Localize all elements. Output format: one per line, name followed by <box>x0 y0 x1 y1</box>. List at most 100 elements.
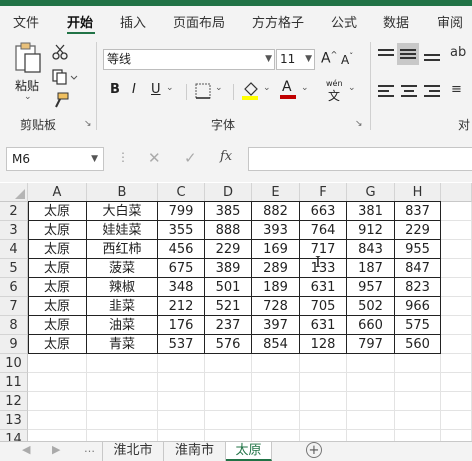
cell[interactable]: 576 <box>205 335 252 354</box>
cell[interactable] <box>347 373 395 392</box>
cell[interactable] <box>395 392 441 411</box>
cell[interactable] <box>441 240 472 259</box>
cell[interactable] <box>158 373 205 392</box>
cell[interactable]: 502 <box>347 297 395 316</box>
chevron-down-icon[interactable]: ⌄ <box>166 83 174 93</box>
cell[interactable]: 289 <box>252 259 300 278</box>
cell[interactable]: 187 <box>347 259 395 278</box>
row-header[interactable]: 8 <box>0 316 28 335</box>
cell[interactable] <box>300 392 347 411</box>
column-header-e[interactable]: E <box>252 183 300 202</box>
cell[interactable] <box>300 430 347 441</box>
cell[interactable]: 189 <box>252 278 300 297</box>
cell[interactable]: 797 <box>347 335 395 354</box>
cell[interactable] <box>205 411 252 430</box>
align-left-icon[interactable] <box>378 84 394 98</box>
cell[interactable] <box>205 373 252 392</box>
cell[interactable] <box>87 392 158 411</box>
cell[interactable]: 631 <box>300 316 347 335</box>
cell[interactable] <box>441 259 472 278</box>
cell[interactable]: 631 <box>300 278 347 297</box>
cell[interactable]: 882 <box>252 202 300 221</box>
column-header-c[interactable]: C <box>158 183 205 202</box>
cell[interactable]: 油菜 <box>87 316 158 335</box>
increase-font-icon[interactable]: A^ <box>321 50 337 67</box>
cell[interactable] <box>441 430 472 441</box>
phonetic-icon[interactable]: wén 文 <box>326 79 346 103</box>
row-header[interactable]: 3 <box>0 221 28 240</box>
column-header-f[interactable]: F <box>300 183 347 202</box>
tab-formulas[interactable]: 公式 <box>331 12 357 31</box>
row-header[interactable]: 2 <box>0 202 28 221</box>
decrease-font-icon[interactable]: Aˇ <box>341 52 353 67</box>
align-right-icon[interactable] <box>424 84 440 98</box>
cell[interactable]: 176 <box>158 316 205 335</box>
column-header-overflow[interactable] <box>441 183 472 202</box>
cell[interactable] <box>441 335 472 354</box>
cell[interactable]: 675 <box>158 259 205 278</box>
cell[interactable]: 237 <box>205 316 252 335</box>
italic-icon[interactable]: I <box>132 82 136 97</box>
cell[interactable] <box>158 411 205 430</box>
tab-review[interactable]: 审阅 <box>437 12 463 31</box>
cell[interactable] <box>347 354 395 373</box>
column-header-b[interactable]: B <box>87 183 158 202</box>
cell[interactable]: 太原 <box>28 259 87 278</box>
cell[interactable] <box>252 373 300 392</box>
cell[interactable]: 229 <box>205 240 252 259</box>
cell[interactable]: 菠菜 <box>87 259 158 278</box>
cell[interactable]: 太原 <box>28 202 87 221</box>
row-header[interactable]: 12 <box>0 392 28 411</box>
insert-function-icon[interactable]: fx <box>220 149 232 164</box>
cell[interactable] <box>441 354 472 373</box>
cell[interactable]: 705 <box>300 297 347 316</box>
cell[interactable]: 912 <box>347 221 395 240</box>
underline-icon[interactable]: U <box>151 82 161 97</box>
name-box[interactable]: M6 ▼ <box>6 147 104 171</box>
cell[interactable] <box>28 392 87 411</box>
cell[interactable]: 娃娃菜 <box>87 221 158 240</box>
cell[interactable]: 966 <box>395 297 441 316</box>
cell[interactable]: 957 <box>347 278 395 297</box>
cell[interactable] <box>252 430 300 441</box>
cell[interactable] <box>300 354 347 373</box>
cell[interactable]: 西红柿 <box>87 240 158 259</box>
cell[interactable]: 韭菜 <box>87 297 158 316</box>
cell[interactable]: 560 <box>395 335 441 354</box>
cell[interactable] <box>347 392 395 411</box>
cell[interactable]: 229 <box>395 221 441 240</box>
orientation-icon[interactable]: ab <box>450 45 466 60</box>
cell[interactable] <box>347 430 395 441</box>
column-header-d[interactable]: D <box>205 183 252 202</box>
column-header-g[interactable]: G <box>347 183 395 202</box>
cell[interactable] <box>28 354 87 373</box>
chevron-down-icon[interactable]: ⌄ <box>263 83 271 93</box>
cell[interactable] <box>441 278 472 297</box>
cell[interactable] <box>441 221 472 240</box>
cell[interactable]: 381 <box>347 202 395 221</box>
enter-icon[interactable]: ✓ <box>184 149 197 167</box>
tab-fangfang[interactable]: 方方格子 <box>252 12 304 31</box>
cell[interactable]: 389 <box>205 259 252 278</box>
select-all-corner[interactable] <box>0 183 28 202</box>
more-sheets-icon[interactable]: … <box>84 442 95 455</box>
cell[interactable] <box>205 354 252 373</box>
tab-data[interactable]: 数据 <box>383 12 409 31</box>
fill-color-icon[interactable] <box>241 80 259 100</box>
clipboard-launcher-icon[interactable]: ↘ <box>84 119 92 129</box>
scroll-left-icon[interactable]: ◀ <box>22 443 30 456</box>
cell[interactable] <box>441 392 472 411</box>
indent-icon[interactable]: ≡ <box>451 82 462 97</box>
formula-input[interactable] <box>248 147 472 171</box>
cell[interactable]: 854 <box>252 335 300 354</box>
cell[interactable] <box>28 373 87 392</box>
cell[interactable]: 355 <box>158 221 205 240</box>
cell[interactable] <box>395 373 441 392</box>
cell[interactable] <box>300 373 347 392</box>
cell[interactable]: 663 <box>300 202 347 221</box>
cell[interactable]: 133 <box>300 259 347 278</box>
cell[interactable]: 128 <box>300 335 347 354</box>
cell[interactable] <box>158 354 205 373</box>
tab-insert[interactable]: 插入 <box>120 12 146 31</box>
column-header-h[interactable]: H <box>395 183 441 202</box>
